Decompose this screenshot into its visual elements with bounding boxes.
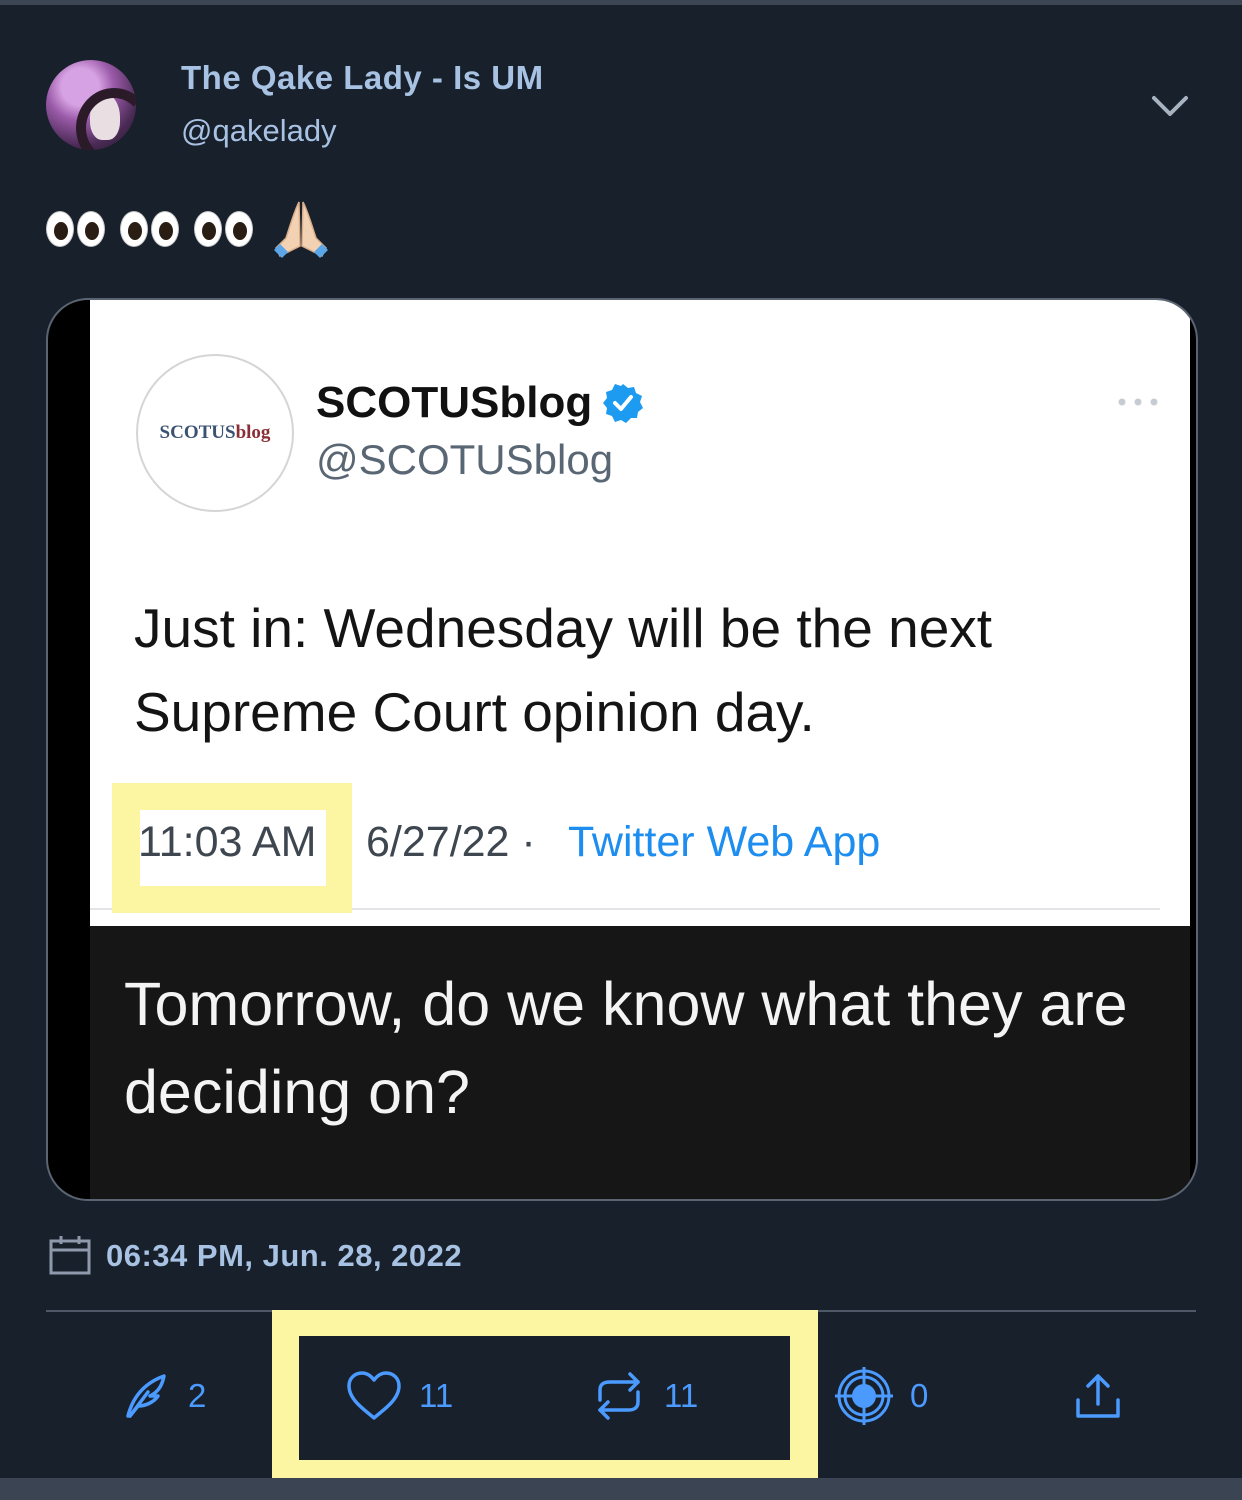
reply-button[interactable]: 2	[120, 1366, 206, 1426]
like-count: 11	[419, 1377, 454, 1414]
target-count: 0	[910, 1377, 929, 1414]
praying-hands-emoji	[274, 201, 328, 258]
target-button[interactable]: 0	[834, 1366, 928, 1426]
quoted-author-handle: @SCOTUSblog	[316, 436, 614, 483]
repost-icon	[598, 1372, 640, 1420]
repost-count: 11	[664, 1377, 699, 1414]
chevron-down-icon[interactable]	[1148, 86, 1192, 126]
like-button[interactable]: 11	[345, 1366, 453, 1426]
avatar-hair	[76, 88, 136, 150]
eyes-emoji	[46, 211, 108, 247]
share-button[interactable]	[1074, 1366, 1122, 1426]
quoted-source-app: Twitter Web App	[568, 818, 881, 866]
user-handle[interactable]: @qakelady	[181, 113, 337, 149]
share-icon	[1076, 1374, 1120, 1418]
display-name[interactable]: The Qake Lady - Is UM	[181, 59, 544, 97]
overlay-reply-text: Tomorrow, do we know what they are decid…	[124, 970, 1128, 1126]
quoted-image-card[interactable]: SCOTUSblog SCOTUSblog @SCOTUSblog Just i…	[46, 298, 1198, 1201]
quoted-author-name: SCOTUSblog	[316, 378, 593, 427]
eyes-emoji	[194, 211, 256, 247]
top-divider	[0, 0, 1242, 5]
eyes-emoji	[120, 211, 182, 247]
repost-button[interactable]: 11	[590, 1366, 698, 1426]
verified-badge-icon	[603, 384, 643, 423]
avatar[interactable]	[46, 60, 136, 150]
scotusblog-logo: SCOTUSblog	[136, 354, 294, 512]
quoted-tweet-text: Just in: Wednesday will be the next Supr…	[134, 597, 993, 743]
more-icon	[1118, 398, 1158, 406]
bottom-bar	[0, 1478, 1242, 1500]
crosshair-icon	[835, 1367, 893, 1425]
calendar-icon	[49, 1236, 91, 1275]
reply-count: 2	[188, 1377, 207, 1414]
post-timestamp: 06:34 PM, Jun. 28, 2022	[106, 1238, 463, 1273]
quoted-date: 6/27/22 ·	[366, 818, 548, 866]
quoted-time: 11:03 AM	[138, 818, 317, 866]
heart-icon	[347, 1371, 401, 1420]
feather-icon	[126, 1374, 166, 1418]
post-text	[46, 196, 334, 262]
